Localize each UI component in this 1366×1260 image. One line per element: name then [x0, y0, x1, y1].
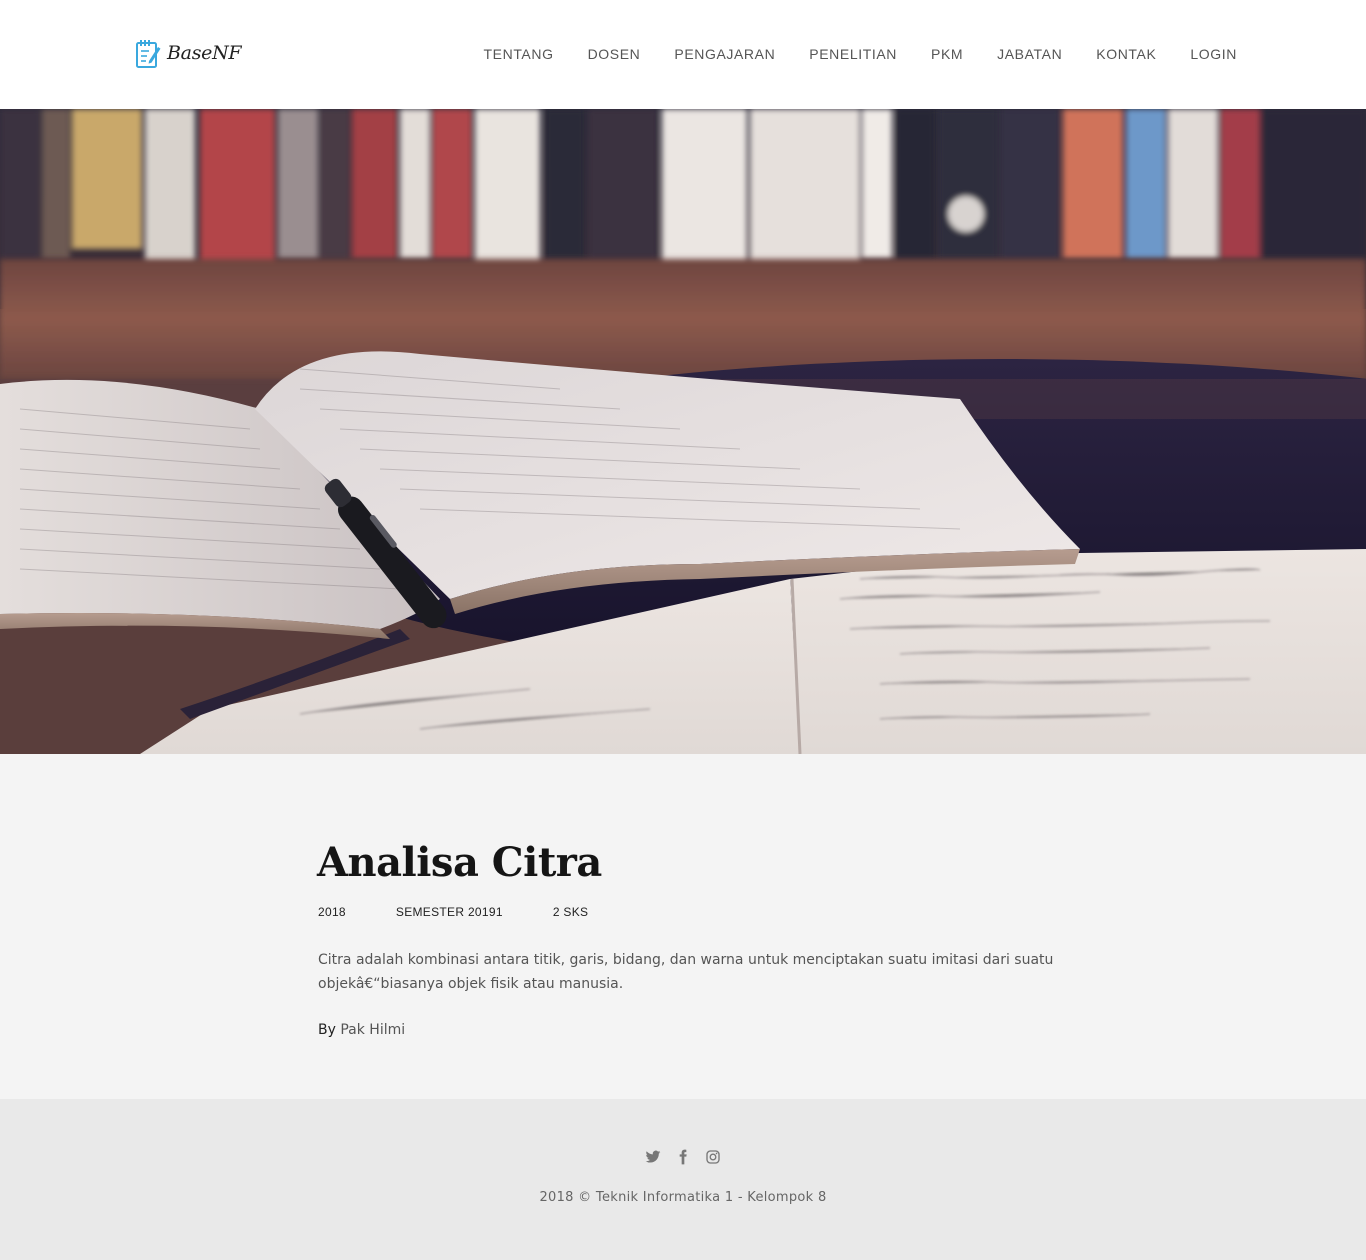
nav-item-kontak[interactable]: KONTAK [1096, 45, 1156, 63]
course-author: By Pak Hilmi [318, 1022, 405, 1038]
main-nav: TENTANG DOSEN PENGAJARAN PENELITIAN PKM … [484, 45, 1237, 63]
hero-banner [0, 109, 1366, 754]
nav-item-pkm[interactable]: PKM [931, 45, 963, 63]
nav-item-login[interactable]: LOGIN [1190, 45, 1237, 63]
brand-name: BaseNF [167, 42, 242, 64]
nav-item-dosen[interactable]: DOSEN [588, 45, 641, 63]
open-books-image [0, 109, 1366, 754]
site-header: BaseNF TENTANG DOSEN PENGAJARAN PENELITI… [0, 0, 1366, 109]
author-name: Pak Hilmi [340, 1022, 406, 1038]
course-credits: 2 SKS [552, 905, 589, 919]
nav-item-jabatan[interactable]: JABATAN [997, 45, 1062, 63]
course-semester: SEMESTER 20191 [395, 905, 503, 919]
course-meta: 2018 SEMESTER 20191 2 SKS [318, 905, 638, 919]
instagram-icon[interactable] [705, 1149, 721, 1165]
course-description: Citra adalah kombinasi antara titik, gar… [318, 952, 1054, 992]
site-footer: 2018 © Teknik Informatika 1 - Kelompok 8 [0, 1099, 1366, 1260]
brand-logo[interactable]: BaseNF [135, 37, 242, 69]
author-prefix: By [318, 1022, 336, 1038]
copyright-text: 2018 © Teknik Informatika 1 - Kelompok 8 [539, 1190, 827, 1205]
course-detail: Analisa Citra 2018 SEMESTER 20191 2 SKS … [0, 754, 1366, 1099]
twitter-icon[interactable] [645, 1149, 661, 1165]
facebook-icon[interactable] [675, 1149, 691, 1165]
nav-item-tentang[interactable]: TENTANG [484, 45, 554, 63]
course-year: 2018 [318, 905, 346, 919]
nav-item-pengajaran[interactable]: PENGAJARAN [674, 45, 775, 63]
notepad-pencil-icon [136, 40, 161, 68]
course-title: Analisa Citra [317, 839, 602, 886]
social-links [0, 1149, 1366, 1165]
nav-item-penelitian[interactable]: PENELITIAN [809, 45, 897, 63]
